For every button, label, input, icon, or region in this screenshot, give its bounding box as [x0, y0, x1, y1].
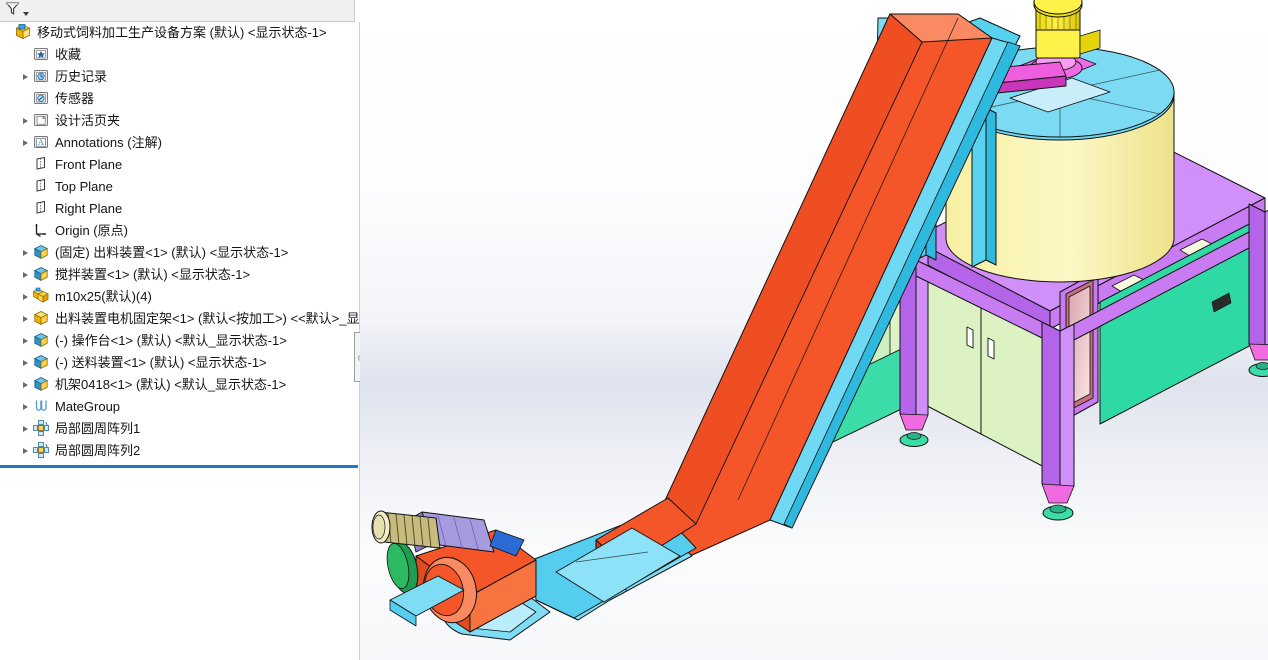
tree-item[interactable]: 收藏 — [0, 44, 359, 66]
component-yellow-icon — [32, 309, 52, 329]
tree-item-label: 移动式饲料加工生产设备方案 (默认) <显示状态-1> — [37, 25, 327, 40]
circular-pattern-icon — [32, 419, 52, 439]
tree-item[interactable]: (-) 送料装置<1> (默认) <显示状态-1> — [0, 352, 359, 374]
tree-item-label: 设计活页夹 — [55, 113, 121, 128]
rollback-bar[interactable] — [0, 465, 358, 468]
plane-icon — [32, 177, 52, 197]
component-icon — [32, 353, 52, 373]
assembly-geometry — [371, 0, 1268, 641]
tree-item[interactable]: MateGroup — [0, 396, 359, 418]
mate-group-icon — [32, 397, 52, 417]
tree-item[interactable]: 出料装置电机固定架<1> (默认<按加工>) <<默认>_显示状态-1> — [0, 308, 359, 330]
tree-item[interactable]: m10x25(默认)(4) — [0, 286, 359, 308]
tree-item-label: Front Plane — [55, 157, 123, 172]
tree-item-label: MateGroup — [55, 399, 121, 414]
assembly-icon — [14, 23, 34, 43]
svg-text:A: A — [38, 137, 45, 147]
tree-item-label: 传感器 — [55, 91, 95, 106]
tree-filter-bar — [0, 0, 355, 22]
expand-arrow-icon[interactable] — [18, 66, 32, 88]
expand-arrow-icon[interactable] — [18, 264, 32, 286]
expand-arrow-icon[interactable] — [18, 110, 32, 132]
tree-item-label: (固定) 出料装置<1> (默认) <显示状态-1> — [55, 245, 289, 260]
feature-tree[interactable]: 移动式饲料加工生产设备方案 (默认) <显示状态-1> 收藏 历史记录 传感器 … — [0, 22, 360, 660]
tree-item-label: m10x25(默认)(4) — [55, 289, 152, 304]
favorites-folder-icon — [32, 45, 52, 65]
filter-control[interactable] — [4, 1, 38, 21]
expand-arrow-icon[interactable] — [18, 330, 32, 352]
tree-item-label: 局部圆周阵列2 — [55, 443, 141, 458]
tree-item-label: (-) 送料装置<1> (默认) <显示状态-1> — [55, 355, 267, 370]
component-icon — [32, 375, 52, 395]
tree-root-item[interactable]: 移动式饲料加工生产设备方案 (默认) <显示状态-1> — [0, 22, 359, 44]
expand-arrow-icon[interactable] — [18, 440, 32, 462]
expand-arrow-icon[interactable] — [18, 242, 32, 264]
tree-item[interactable]: Front Plane — [0, 154, 359, 176]
circular-pattern-icon — [32, 441, 52, 461]
tree-item[interactable]: 局部圆周阵列2 — [0, 440, 359, 462]
tree-item-label: Top Plane — [55, 179, 113, 194]
tree-item-label: (-) 操作台<1> (默认) <默认_显示状态-1> — [55, 333, 287, 348]
tree-item-label: Origin (原点) — [55, 223, 128, 238]
tree-item[interactable]: 局部圆周阵列1 — [0, 418, 359, 440]
tree-item-label: 出料装置电机固定架<1> (默认<按加工>) <<默认>_显示状态-1> — [55, 311, 359, 326]
tree-item[interactable]: (-) 操作台<1> (默认) <默认_显示状态-1> — [0, 330, 359, 352]
annotations-folder-icon: A — [32, 133, 52, 153]
tree-item-label: 收藏 — [55, 47, 82, 62]
graphics-viewport[interactable] — [360, 0, 1268, 660]
expand-arrow-icon[interactable] — [18, 374, 32, 396]
tree-item[interactable]: 历史记录 — [0, 66, 359, 88]
expand-arrow-icon[interactable] — [18, 396, 32, 418]
component-icon — [32, 265, 52, 285]
tree-item[interactable]: 机架0418<1> (默认) <默认_显示状态-1> — [0, 374, 359, 396]
design-binder-folder-icon — [32, 111, 52, 131]
expand-arrow-icon[interactable] — [18, 132, 32, 154]
cad-model[interactable] — [360, 0, 1268, 660]
origin-icon — [32, 221, 52, 241]
plane-icon — [32, 199, 52, 219]
tree-item-label: Right Plane — [55, 201, 123, 216]
tree-item[interactable]: 搅拌装置<1> (默认) <显示状态-1> — [0, 264, 359, 286]
plane-icon — [32, 155, 52, 175]
toolbox-part-icon — [32, 287, 52, 307]
expand-arrow-icon[interactable] — [18, 352, 32, 374]
component-icon — [32, 331, 52, 351]
feature-manager-panel: 移动式饲料加工生产设备方案 (默认) <显示状态-1> 收藏 历史记录 传感器 … — [0, 0, 360, 660]
tree-item[interactable]: (固定) 出料装置<1> (默认) <显示状态-1> — [0, 242, 359, 264]
tree-item-label: 机架0418<1> (默认) <默认_显示状态-1> — [55, 377, 287, 392]
expand-arrow-icon[interactable] — [18, 308, 32, 330]
component-icon — [32, 243, 52, 263]
tree-item-label: 搅拌装置<1> (默认) <显示状态-1> — [55, 267, 251, 282]
tree-item-label: 历史记录 — [55, 69, 108, 84]
chevron-down-icon[interactable] — [23, 11, 29, 16]
tree-item[interactable]: 设计活页夹 — [0, 110, 359, 132]
expand-arrow-icon[interactable] — [18, 286, 32, 308]
filter-funnel-icon[interactable] — [4, 0, 21, 22]
tree-item[interactable]: A Annotations (注解) — [0, 132, 359, 154]
solidworks-window: 移动式饲料加工生产设备方案 (默认) <显示状态-1> 收藏 历史记录 传感器 … — [0, 0, 1268, 660]
tree-item[interactable]: Top Plane — [0, 176, 359, 198]
tree-item-label: 局部圆周阵列1 — [55, 421, 141, 436]
sensors-folder-icon — [32, 89, 52, 109]
expand-arrow-icon[interactable] — [18, 418, 32, 440]
tree-item[interactable]: Origin (原点) — [0, 220, 359, 242]
tree-item[interactable]: Right Plane — [0, 198, 359, 220]
tree-item-label: Annotations (注解) — [55, 135, 162, 150]
tree-item[interactable]: 传感器 — [0, 88, 359, 110]
history-folder-icon — [32, 67, 52, 87]
